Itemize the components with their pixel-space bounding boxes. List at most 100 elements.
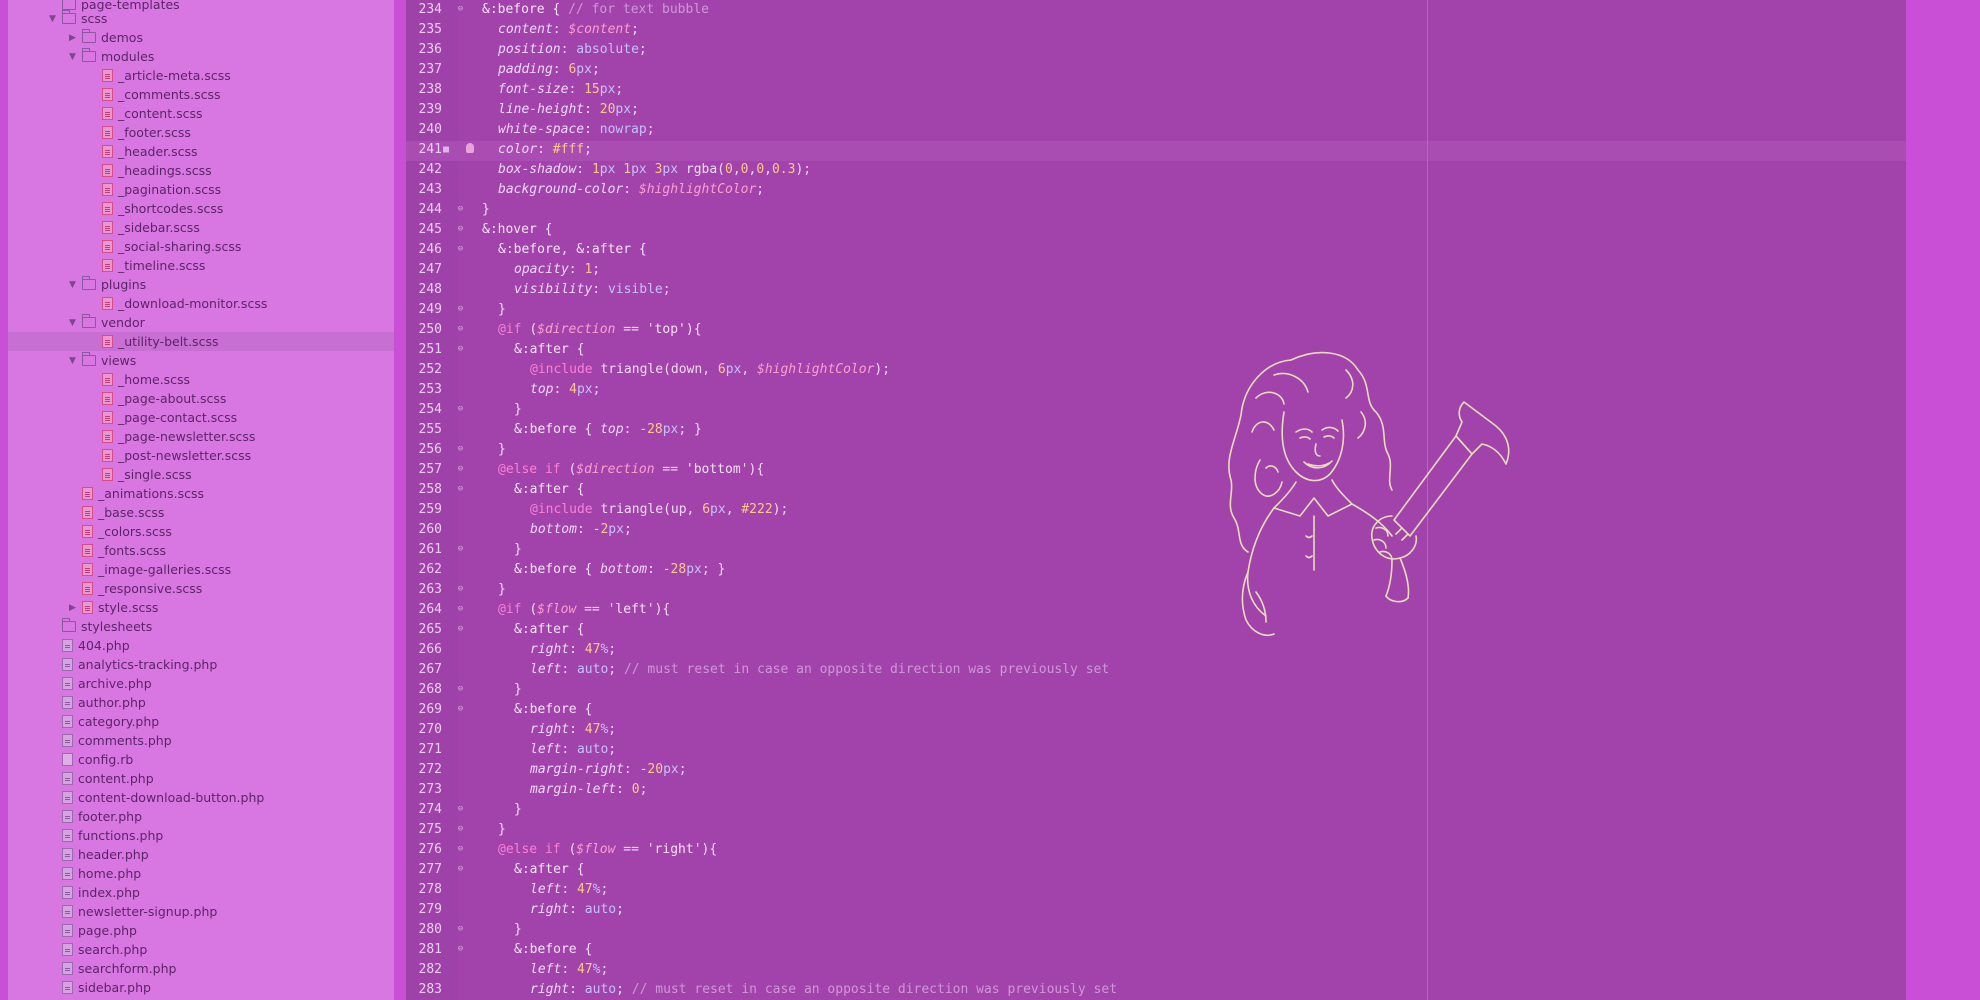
code-text[interactable]: padding: 6px; xyxy=(498,60,600,80)
tree-file[interactable]: _shortcodes.scss xyxy=(8,199,394,218)
code-text[interactable]: white-space: nowrap; xyxy=(498,120,655,140)
tree-file[interactable]: _headings.scss xyxy=(8,161,394,180)
line-number[interactable]: 275 xyxy=(408,820,442,840)
line-number[interactable]: 251 xyxy=(408,340,442,360)
line-number[interactable]: 269 xyxy=(408,700,442,720)
fold-toggle-icon[interactable]: ⊖ xyxy=(456,225,465,234)
tree-file[interactable]: _fonts.scss xyxy=(8,541,394,560)
expand-arrow-icon[interactable]: ▼ xyxy=(48,12,57,26)
code-text[interactable]: @else if ($flow == 'right'){ xyxy=(498,840,717,860)
code-text[interactable]: box-shadow: 1px 1px 3px rgba(0,0,0,0.3); xyxy=(498,160,811,180)
expand-arrow-icon[interactable]: ▼ xyxy=(68,354,77,368)
code-text[interactable]: opacity: 1; xyxy=(514,260,600,280)
code-line[interactable]: 254 ⊖} xyxy=(406,400,1906,420)
tree-file[interactable]: header.php xyxy=(8,845,394,864)
code-line[interactable]: 278 left: 47%; xyxy=(406,880,1906,900)
fold-toggle-icon[interactable]: ⊖ xyxy=(456,325,465,334)
tree-file[interactable]: _content.scss xyxy=(8,104,394,123)
code-line[interactable]: 274 ⊖} xyxy=(406,800,1906,820)
tree-file[interactable]: content.php xyxy=(8,769,394,788)
code-line[interactable]: 244 ⊖} xyxy=(406,200,1906,220)
fold-toggle-icon[interactable]: ⊖ xyxy=(456,685,465,694)
code-line[interactable]: 234 ⊖ &:before { // for text bubble xyxy=(406,0,1906,20)
code-line[interactable]: 263 ⊖} xyxy=(406,580,1906,600)
line-number[interactable]: 240 xyxy=(408,120,442,140)
expand-arrow-icon[interactable]: ▼ xyxy=(68,316,77,330)
line-number[interactable]: 262 xyxy=(408,560,442,580)
tree-file[interactable]: newsletter-signup.php xyxy=(8,902,394,921)
code-text[interactable]: &:hover { xyxy=(482,220,552,240)
line-number[interactable]: 255 xyxy=(408,420,442,440)
tree-file[interactable]: ▶ style.scss xyxy=(8,598,394,617)
line-number[interactable]: 236 xyxy=(408,40,442,60)
code-text[interactable]: } xyxy=(514,400,522,420)
project-tree[interactable]: page-templates ▼ scss ▶ demos ▼ modules _articl… xyxy=(8,0,394,1000)
line-number[interactable]: 245 xyxy=(408,220,442,240)
line-number[interactable]: 238 xyxy=(408,80,442,100)
fold-toggle-icon[interactable]: ⊖ xyxy=(456,345,465,354)
fold-toggle-icon[interactable]: ⊖ xyxy=(456,865,465,874)
code-line[interactable]: 247 opacity: 1; xyxy=(406,260,1906,280)
line-number[interactable]: 243 xyxy=(408,180,442,200)
tree-file[interactable]: _post-newsletter.scss xyxy=(8,446,394,465)
line-number[interactable]: 248 xyxy=(408,280,442,300)
line-number[interactable]: 272 xyxy=(408,760,442,780)
breakpoint-marker-icon[interactable]: ■ xyxy=(441,140,451,160)
code-line[interactable]: 267 left: auto; // must reset in case an … xyxy=(406,660,1906,680)
code-text[interactable]: color: #fff; xyxy=(498,140,592,160)
tree-file[interactable]: category.php xyxy=(8,712,394,731)
code-line[interactable]: 250 ⊖ @if ($direction == 'top'){ xyxy=(406,320,1906,340)
collapse-arrow-icon[interactable]: ▶ xyxy=(68,31,77,45)
fold-toggle-icon[interactable]: ⊖ xyxy=(456,485,465,494)
fold-toggle-icon[interactable]: ⊖ xyxy=(456,585,465,594)
fold-toggle-icon[interactable]: ⊖ xyxy=(456,925,465,934)
panel-divider[interactable] xyxy=(394,0,406,1000)
code-text[interactable]: bottom: -2px; xyxy=(530,520,632,540)
code-text[interactable]: visibility: visible; xyxy=(514,280,671,300)
tree-file[interactable]: _header.scss xyxy=(8,142,394,161)
code-text[interactable]: background-color: $highlightColor; xyxy=(498,180,764,200)
code-line[interactable]: 260 bottom: -2px; xyxy=(406,520,1906,540)
line-number[interactable]: 249 xyxy=(408,300,442,320)
line-number[interactable]: 264 xyxy=(408,600,442,620)
tree-file[interactable]: _timeline.scss xyxy=(8,256,394,275)
fold-toggle-icon[interactable]: ⊖ xyxy=(456,805,465,814)
code-text[interactable]: right: 47%; xyxy=(530,640,616,660)
code-text[interactable]: } xyxy=(498,300,506,320)
code-text[interactable]: } xyxy=(514,540,522,560)
line-number[interactable]: 257 xyxy=(408,460,442,480)
line-number[interactable]: 278 xyxy=(408,880,442,900)
code-line[interactable]: 252 @include triangle(down, 6px, $highlig… xyxy=(406,360,1906,380)
code-text[interactable]: left: 47%; xyxy=(530,880,608,900)
line-number[interactable]: 237 xyxy=(408,60,442,80)
code-line[interactable]: 275 ⊖} xyxy=(406,820,1906,840)
code-text[interactable]: top: 4px; xyxy=(530,380,600,400)
code-text[interactable]: } xyxy=(482,200,490,220)
line-number[interactable]: 281 xyxy=(408,940,442,960)
line-number[interactable]: 250 xyxy=(408,320,442,340)
line-number[interactable]: 239 xyxy=(408,100,442,120)
tree-file[interactable]: _social-sharing.scss xyxy=(8,237,394,256)
tree-file[interactable]: config.rb xyxy=(8,750,394,769)
code-line[interactable]: 245 ⊖ &:hover { xyxy=(406,220,1906,240)
code-line[interactable]: 246 ⊖ &:before, &:after { xyxy=(406,240,1906,260)
line-number[interactable]: 268 xyxy=(408,680,442,700)
line-number[interactable]: 258 xyxy=(408,480,442,500)
tree-file[interactable]: _page-contact.scss xyxy=(8,408,394,427)
code-line[interactable]: 238 font-size: 15px; xyxy=(406,80,1906,100)
tree-file[interactable]: _responsive.scss xyxy=(8,579,394,598)
fold-toggle-icon[interactable]: ⊖ xyxy=(456,545,465,554)
line-number[interactable]: 246 xyxy=(408,240,442,260)
code-line[interactable]: 265 ⊖ &:after { xyxy=(406,620,1906,640)
code-text[interactable]: right: 47%; xyxy=(530,720,616,740)
tree-folder[interactable]: ▼ scss xyxy=(8,9,394,28)
tree-file[interactable]: comments.php xyxy=(8,731,394,750)
fold-toggle-icon[interactable]: ⊖ xyxy=(456,305,465,314)
code-text[interactable]: &:after { xyxy=(514,480,584,500)
code-line[interactable]: 243 background-color: $highlightColor; xyxy=(406,180,1906,200)
code-line[interactable]: 237 padding: 6px; xyxy=(406,60,1906,80)
code-text[interactable]: left: auto; // must reset in case an opp… xyxy=(530,660,1109,680)
tree-file[interactable]: _utility-belt.scss xyxy=(8,332,394,351)
editor-scroll-area[interactable] xyxy=(1906,0,1980,1000)
tree-file[interactable]: analytics-tracking.php xyxy=(8,655,394,674)
